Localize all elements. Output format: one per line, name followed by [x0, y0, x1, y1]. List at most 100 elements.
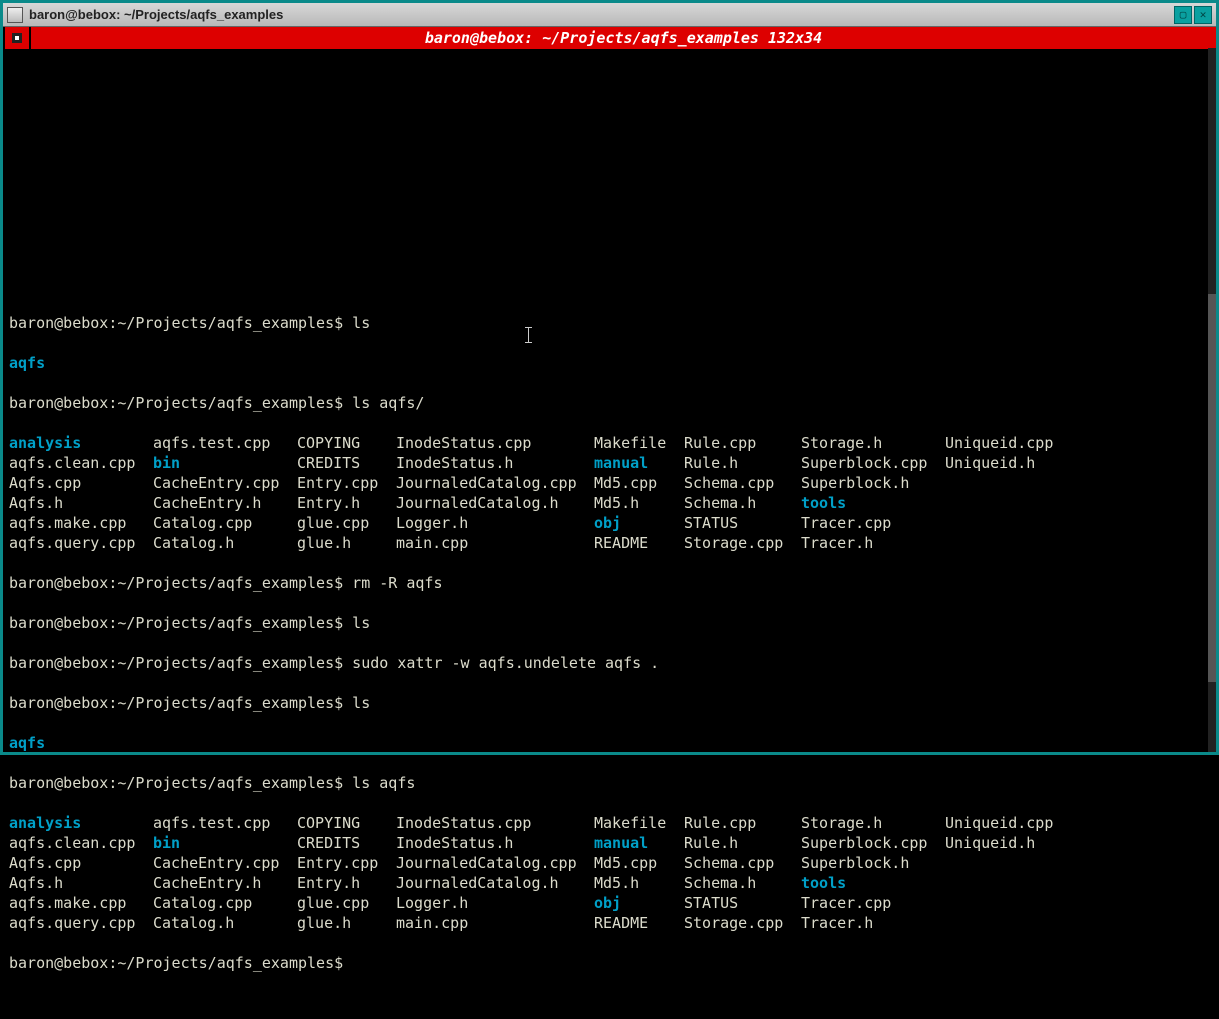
ls-column: analysisaqfs.clean.cppAqfs.cppAqfs.haqfs… [9, 433, 153, 553]
file-entry: Md5.cpp [594, 473, 684, 493]
system-menu-icon[interactable] [7, 7, 23, 23]
dir-entry: manual [594, 453, 684, 473]
blank-line [9, 233, 1210, 253]
file-entry: CacheEntry.h [153, 873, 297, 893]
file-entry: CREDITS [297, 453, 396, 473]
file-entry: Superblock.cpp [801, 453, 945, 473]
terminal-banner-row: baron@bebox: ~/Projects/aqfs_examples 13… [3, 27, 1216, 49]
file-entry: Catalog.h [153, 913, 297, 933]
prompt-line: baron@bebox:~/Projects/aqfs_examples$ su… [9, 653, 1210, 673]
prompt-line: baron@bebox:~/Projects/aqfs_examples$ ls… [9, 773, 1210, 793]
window-title: baron@bebox: ~/Projects/aqfs_examples [29, 7, 283, 22]
ls-column: Storage.hSuperblock.cppSuperblock.htools… [801, 433, 945, 553]
ls-column: aqfs.test.cppbinCacheEntry.cppCacheEntry… [153, 433, 297, 553]
blank-line [9, 193, 1210, 213]
file-entry: glue.cpp [297, 513, 396, 533]
file-entry: Catalog.cpp [153, 513, 297, 533]
prompt-line: baron@bebox:~/Projects/aqfs_examples$ ls [9, 313, 1210, 333]
file-entry: Rule.h [684, 833, 801, 853]
file-entry: Schema.cpp [684, 473, 801, 493]
prompt-line: baron@bebox:~/Projects/aqfs_examples$ rm… [9, 573, 1210, 593]
maximize-button[interactable]: ▢ [1174, 6, 1192, 24]
file-entry: Storage.cpp [684, 913, 801, 933]
file-entry: Tracer.h [801, 533, 945, 553]
window-titlebar[interactable]: baron@bebox: ~/Projects/aqfs_examples ▢ … [3, 3, 1216, 27]
file-entry: Md5.cpp [594, 853, 684, 873]
text-cursor-icon [528, 327, 529, 343]
dir-entry: bin [153, 833, 297, 853]
file-entry: Logger.h [396, 513, 594, 533]
ls-column: Rule.cppRule.hSchema.cppSchema.hSTATUSSt… [684, 813, 801, 933]
file-entry: aqfs.test.cpp [153, 433, 297, 453]
file-entry: aqfs.clean.cpp [9, 833, 153, 853]
prompt-line: baron@bebox:~/Projects/aqfs_examples$ ls [9, 693, 1210, 713]
file-entry: Aqfs.cpp [9, 853, 153, 873]
prompt-line: baron@bebox:~/Projects/aqfs_examples$ ls… [9, 393, 1210, 413]
file-entry: main.cpp [396, 913, 594, 933]
tab-indicator-icon[interactable] [5, 27, 29, 49]
blank-line [9, 273, 1210, 293]
close-button[interactable]: ✕ [1194, 6, 1212, 24]
ls-column: Rule.cppRule.hSchema.cppSchema.hSTATUSSt… [684, 433, 801, 553]
file-entry: glue.cpp [297, 893, 396, 913]
file-entry: Catalog.cpp [153, 893, 297, 913]
file-entry: Rule.cpp [684, 433, 801, 453]
dir-entry: tools [801, 493, 945, 513]
file-entry: STATUS [684, 893, 801, 913]
file-entry: glue.h [297, 913, 396, 933]
file-entry: Makefile [594, 433, 684, 453]
file-entry: aqfs.query.cpp [9, 913, 153, 933]
file-entry: Aqfs.h [9, 493, 153, 513]
file-entry: aqfs.test.cpp [153, 813, 297, 833]
blank-line [9, 73, 1210, 93]
file-entry: Rule.cpp [684, 813, 801, 833]
ls-column: InodeStatus.cppInodeStatus.hJournaledCat… [396, 813, 594, 933]
file-entry: Entry.cpp [297, 473, 396, 493]
blank-line [9, 113, 1210, 133]
file-entry: Storage.h [801, 433, 945, 453]
file-entry: Schema.cpp [684, 853, 801, 873]
terminal-output[interactable]: baron@bebox:~/Projects/aqfs_examples$ ls… [3, 49, 1216, 1019]
ls-listing-2: analysisaqfs.clean.cppAqfs.cppAqfs.haqfs… [9, 813, 1210, 933]
ls-column: Storage.hSuperblock.cppSuperblock.htools… [801, 813, 945, 933]
window-controls: ▢ ✕ [1174, 6, 1212, 24]
file-entry: InodeStatus.cpp [396, 813, 594, 833]
ls-column: InodeStatus.cppInodeStatus.hJournaledCat… [396, 433, 594, 553]
ls-column: COPYINGCREDITSEntry.cppEntry.hglue.cppgl… [297, 433, 396, 553]
file-entry: Uniqueid.h [945, 453, 1145, 473]
file-entry: STATUS [684, 513, 801, 533]
file-entry: JournaledCatalog.cpp [396, 473, 594, 493]
file-entry: JournaledCatalog.h [396, 873, 594, 893]
dir-entry: analysis [9, 433, 153, 453]
file-entry: aqfs.clean.cpp [9, 453, 153, 473]
file-entry: aqfs.make.cpp [9, 513, 153, 533]
file-entry: CREDITS [297, 833, 396, 853]
file-entry: README [594, 533, 684, 553]
dir-entry: bin [153, 453, 297, 473]
scrollbar-thumb[interactable] [1208, 294, 1216, 681]
prompt-line: baron@bebox:~/Projects/aqfs_examples$ [9, 953, 1210, 973]
file-entry: Uniqueid.h [945, 833, 1145, 853]
file-entry: Md5.h [594, 493, 684, 513]
file-entry: Makefile [594, 813, 684, 833]
file-entry: InodeStatus.cpp [396, 433, 594, 453]
file-entry: Tracer.h [801, 913, 945, 933]
file-entry: Md5.h [594, 873, 684, 893]
file-entry: InodeStatus.h [396, 833, 594, 853]
file-entry: README [594, 913, 684, 933]
file-entry: Schema.h [684, 873, 801, 893]
ls-column: Uniqueid.cppUniqueid.h [945, 433, 1145, 553]
file-entry: Superblock.h [801, 853, 945, 873]
file-entry: JournaledCatalog.h [396, 493, 594, 513]
file-entry: Storage.h [801, 813, 945, 833]
ls-column: MakefilemanualMd5.cppMd5.hobjREADME [594, 813, 684, 933]
file-entry: CacheEntry.h [153, 493, 297, 513]
file-entry: Rule.h [684, 453, 801, 473]
file-entry: aqfs.query.cpp [9, 533, 153, 553]
dir-entry: tools [801, 873, 945, 893]
file-entry: Superblock.cpp [801, 833, 945, 853]
file-entry: Logger.h [396, 893, 594, 913]
scrollbar[interactable] [1208, 48, 1216, 752]
file-entry: JournaledCatalog.cpp [396, 853, 594, 873]
file-entry: InodeStatus.h [396, 453, 594, 473]
